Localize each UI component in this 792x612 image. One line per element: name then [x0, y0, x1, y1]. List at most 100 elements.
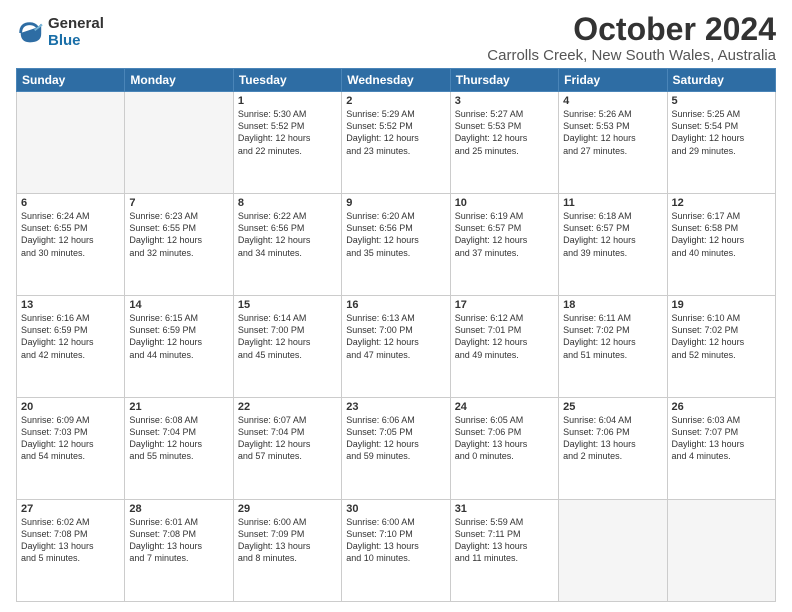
- day-number: 23: [346, 401, 445, 413]
- day-info: Sunrise: 6:24 AM Sunset: 6:55 PM Dayligh…: [21, 210, 120, 259]
- calendar-cell: [559, 500, 667, 602]
- day-info: Sunrise: 6:14 AM Sunset: 7:00 PM Dayligh…: [238, 312, 337, 361]
- day-info: Sunrise: 6:06 AM Sunset: 7:05 PM Dayligh…: [346, 414, 445, 463]
- day-info: Sunrise: 6:01 AM Sunset: 7:08 PM Dayligh…: [129, 516, 228, 565]
- day-number: 29: [238, 503, 337, 515]
- calendar-cell: 27Sunrise: 6:02 AM Sunset: 7:08 PM Dayli…: [17, 500, 125, 602]
- calendar-cell: 10Sunrise: 6:19 AM Sunset: 6:57 PM Dayli…: [450, 194, 558, 296]
- calendar-cell: 7Sunrise: 6:23 AM Sunset: 6:55 PM Daylig…: [125, 194, 233, 296]
- logo-icon: [16, 19, 44, 47]
- day-info: Sunrise: 6:15 AM Sunset: 6:59 PM Dayligh…: [129, 312, 228, 361]
- day-info: Sunrise: 6:19 AM Sunset: 6:57 PM Dayligh…: [455, 210, 554, 259]
- calendar-cell: 28Sunrise: 6:01 AM Sunset: 7:08 PM Dayli…: [125, 500, 233, 602]
- calendar-cell: 17Sunrise: 6:12 AM Sunset: 7:01 PM Dayli…: [450, 296, 558, 398]
- day-number: 16: [346, 299, 445, 311]
- calendar-subtitle: Carrolls Creek, New South Wales, Austral…: [487, 47, 776, 64]
- calendar-cell: 6Sunrise: 6:24 AM Sunset: 6:55 PM Daylig…: [17, 194, 125, 296]
- day-number: 6: [21, 197, 120, 209]
- logo-blue: Blue: [48, 33, 104, 50]
- header-thursday: Thursday: [450, 69, 558, 92]
- calendar-cell: 1Sunrise: 5:30 AM Sunset: 5:52 PM Daylig…: [233, 92, 341, 194]
- calendar-cell: 15Sunrise: 6:14 AM Sunset: 7:00 PM Dayli…: [233, 296, 341, 398]
- calendar-cell: 8Sunrise: 6:22 AM Sunset: 6:56 PM Daylig…: [233, 194, 341, 296]
- logo-general: General: [48, 16, 104, 33]
- calendar-week-row: 27Sunrise: 6:02 AM Sunset: 7:08 PM Dayli…: [17, 500, 776, 602]
- day-info: Sunrise: 6:00 AM Sunset: 7:09 PM Dayligh…: [238, 516, 337, 565]
- calendar-cell: 12Sunrise: 6:17 AM Sunset: 6:58 PM Dayli…: [667, 194, 775, 296]
- day-info: Sunrise: 6:03 AM Sunset: 7:07 PM Dayligh…: [672, 414, 771, 463]
- calendar-cell: 16Sunrise: 6:13 AM Sunset: 7:00 PM Dayli…: [342, 296, 450, 398]
- day-info: Sunrise: 5:25 AM Sunset: 5:54 PM Dayligh…: [672, 108, 771, 157]
- header-monday: Monday: [125, 69, 233, 92]
- calendar-table: Sunday Monday Tuesday Wednesday Thursday…: [16, 68, 776, 602]
- calendar-cell: 30Sunrise: 6:00 AM Sunset: 7:10 PM Dayli…: [342, 500, 450, 602]
- day-number: 10: [455, 197, 554, 209]
- day-number: 2: [346, 95, 445, 107]
- day-number: 4: [563, 95, 662, 107]
- header-tuesday: Tuesday: [233, 69, 341, 92]
- calendar-cell: 29Sunrise: 6:00 AM Sunset: 7:09 PM Dayli…: [233, 500, 341, 602]
- day-number: 7: [129, 197, 228, 209]
- day-info: Sunrise: 6:13 AM Sunset: 7:00 PM Dayligh…: [346, 312, 445, 361]
- day-number: 14: [129, 299, 228, 311]
- calendar-cell: 14Sunrise: 6:15 AM Sunset: 6:59 PM Dayli…: [125, 296, 233, 398]
- calendar-title: October 2024: [487, 12, 776, 47]
- calendar-cell: 13Sunrise: 6:16 AM Sunset: 6:59 PM Dayli…: [17, 296, 125, 398]
- page: General Blue October 2024 Carrolls Creek…: [0, 0, 792, 612]
- day-info: Sunrise: 6:23 AM Sunset: 6:55 PM Dayligh…: [129, 210, 228, 259]
- day-info: Sunrise: 5:59 AM Sunset: 7:11 PM Dayligh…: [455, 516, 554, 565]
- day-info: Sunrise: 6:08 AM Sunset: 7:04 PM Dayligh…: [129, 414, 228, 463]
- day-info: Sunrise: 6:10 AM Sunset: 7:02 PM Dayligh…: [672, 312, 771, 361]
- calendar-cell: 19Sunrise: 6:10 AM Sunset: 7:02 PM Dayli…: [667, 296, 775, 398]
- day-info: Sunrise: 6:16 AM Sunset: 6:59 PM Dayligh…: [21, 312, 120, 361]
- header-sunday: Sunday: [17, 69, 125, 92]
- day-number: 30: [346, 503, 445, 515]
- logo: General Blue: [16, 16, 104, 49]
- header-friday: Friday: [559, 69, 667, 92]
- calendar-cell: 9Sunrise: 6:20 AM Sunset: 6:56 PM Daylig…: [342, 194, 450, 296]
- calendar-cell: [667, 500, 775, 602]
- day-info: Sunrise: 6:04 AM Sunset: 7:06 PM Dayligh…: [563, 414, 662, 463]
- day-number: 19: [672, 299, 771, 311]
- header: General Blue October 2024 Carrolls Creek…: [16, 12, 776, 64]
- day-number: 12: [672, 197, 771, 209]
- logo-text: General Blue: [48, 16, 104, 49]
- day-info: Sunrise: 6:22 AM Sunset: 6:56 PM Dayligh…: [238, 210, 337, 259]
- day-info: Sunrise: 6:05 AM Sunset: 7:06 PM Dayligh…: [455, 414, 554, 463]
- day-number: 17: [455, 299, 554, 311]
- calendar-cell: 2Sunrise: 5:29 AM Sunset: 5:52 PM Daylig…: [342, 92, 450, 194]
- calendar-cell: [125, 92, 233, 194]
- day-number: 21: [129, 401, 228, 413]
- calendar-cell: 11Sunrise: 6:18 AM Sunset: 6:57 PM Dayli…: [559, 194, 667, 296]
- day-info: Sunrise: 6:11 AM Sunset: 7:02 PM Dayligh…: [563, 312, 662, 361]
- calendar-cell: 20Sunrise: 6:09 AM Sunset: 7:03 PM Dayli…: [17, 398, 125, 500]
- day-number: 1: [238, 95, 337, 107]
- calendar-cell: 3Sunrise: 5:27 AM Sunset: 5:53 PM Daylig…: [450, 92, 558, 194]
- day-number: 27: [21, 503, 120, 515]
- day-info: Sunrise: 5:26 AM Sunset: 5:53 PM Dayligh…: [563, 108, 662, 157]
- title-block: October 2024 Carrolls Creek, New South W…: [487, 12, 776, 64]
- day-number: 15: [238, 299, 337, 311]
- calendar-week-row: 6Sunrise: 6:24 AM Sunset: 6:55 PM Daylig…: [17, 194, 776, 296]
- day-number: 3: [455, 95, 554, 107]
- day-info: Sunrise: 5:29 AM Sunset: 5:52 PM Dayligh…: [346, 108, 445, 157]
- calendar-cell: 5Sunrise: 5:25 AM Sunset: 5:54 PM Daylig…: [667, 92, 775, 194]
- calendar-cell: 26Sunrise: 6:03 AM Sunset: 7:07 PM Dayli…: [667, 398, 775, 500]
- day-number: 24: [455, 401, 554, 413]
- day-info: Sunrise: 6:17 AM Sunset: 6:58 PM Dayligh…: [672, 210, 771, 259]
- day-info: Sunrise: 6:07 AM Sunset: 7:04 PM Dayligh…: [238, 414, 337, 463]
- calendar-week-row: 20Sunrise: 6:09 AM Sunset: 7:03 PM Dayli…: [17, 398, 776, 500]
- day-number: 28: [129, 503, 228, 515]
- day-info: Sunrise: 6:02 AM Sunset: 7:08 PM Dayligh…: [21, 516, 120, 565]
- calendar-cell: 25Sunrise: 6:04 AM Sunset: 7:06 PM Dayli…: [559, 398, 667, 500]
- day-info: Sunrise: 6:09 AM Sunset: 7:03 PM Dayligh…: [21, 414, 120, 463]
- day-number: 31: [455, 503, 554, 515]
- calendar-cell: 31Sunrise: 5:59 AM Sunset: 7:11 PM Dayli…: [450, 500, 558, 602]
- header-saturday: Saturday: [667, 69, 775, 92]
- calendar-cell: [17, 92, 125, 194]
- weekday-header-row: Sunday Monday Tuesday Wednesday Thursday…: [17, 69, 776, 92]
- day-number: 26: [672, 401, 771, 413]
- calendar-week-row: 1Sunrise: 5:30 AM Sunset: 5:52 PM Daylig…: [17, 92, 776, 194]
- day-number: 22: [238, 401, 337, 413]
- day-number: 11: [563, 197, 662, 209]
